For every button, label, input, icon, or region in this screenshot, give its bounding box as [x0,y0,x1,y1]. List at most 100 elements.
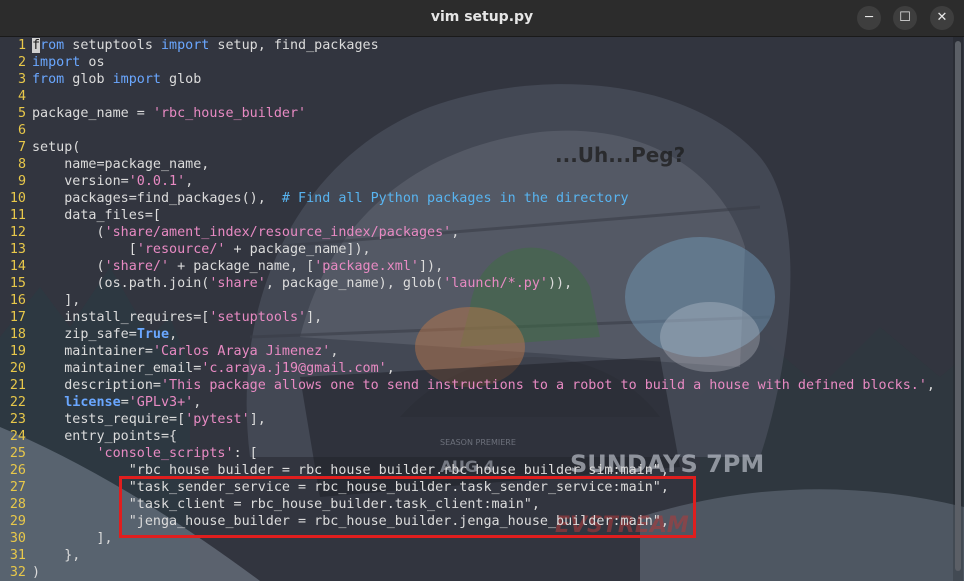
code-token: : [ [233,446,258,461]
code-token: setup( [32,140,81,155]
line-number: 11 [9,208,26,223]
code-token: 'pytest' [185,412,250,427]
line-number: 2 [17,55,26,70]
code-token: entry_points={ [32,429,178,444]
code-token: 'share/ament_index/resource_index/packag… [104,225,452,240]
line-number: 32 [9,565,26,580]
code-token: 'This package allows one to send instruc… [161,378,927,393]
code-text: setup( [32,139,80,156]
code-token: setup, find_packages [209,38,379,53]
line-number: 5 [17,106,26,121]
code-token: packages=find_packages(), [32,191,282,206]
line-number: 29 [9,514,26,529]
code-token: import [161,38,210,53]
line-number: 27 [9,480,26,495]
code-text: ('share/' + package_name, ['package.xml'… [32,258,443,275]
code-token: zip_safe= [32,327,137,342]
code-token: package_name = [32,106,153,121]
code-token: (os.path.join( [32,276,210,291]
code-token: ], [306,310,323,325]
code-token: rom [40,38,65,53]
line-number: 31 [9,548,26,563]
code-text: ('share/ament_index/resource_index/packa… [32,224,459,241]
code-text: 'console_scripts': [ [32,445,258,462]
code-token: setuptools [64,38,161,53]
code-token: 'Carlos Araya Jimenez' [152,344,331,359]
code-text: from glob import glob [32,71,201,88]
code-token: import [32,55,81,70]
minimize-button[interactable]: ─ [857,6,881,30]
code-token: , [185,174,194,189]
code-text: version='0.0.1', [32,173,193,190]
code-token: + package_name, [ [169,259,315,274]
terminal-content[interactable]: ...Uh...Peg? AUG 4 SUNDAYS 7PM EVSTREAM … [0,37,964,581]
line-number: 10 [9,191,26,206]
code-token: ( [32,259,105,274]
bg-headline: ...Uh...Peg? [555,143,685,167]
code-token: [ [32,242,137,257]
line-number: 28 [9,497,26,512]
code-token: install_requires=[ [32,310,210,325]
code-token: version= [32,174,129,189]
text-cursor: f [32,38,41,53]
code-token: maintainer_email= [32,361,202,376]
code-token: # Find all Python packages in the direct… [281,191,629,206]
code-text: zip_safe=True, [32,326,177,343]
close-button[interactable]: ✕ [930,6,954,30]
code-token: glob [161,72,202,87]
code-token: }, [32,548,81,563]
code-token: )), [548,276,573,291]
terminal-window: vim setup.py ─ ☐ ✕ ...Uh...Peg? AUG 4 SU… [0,0,964,581]
bg-season-label: SEASON PREMIERE [440,438,516,447]
code-token: ], [32,531,113,546]
code-token: , package_name), glob( [265,276,444,291]
code-token: data_files=[ [32,208,161,223]
code-text: ], [32,530,113,547]
code-token: tests_require=[ [32,412,186,427]
code-text: package_name = 'rbc_house_builder' [32,105,306,122]
code-token: , [330,344,339,359]
line-number: 6 [17,123,26,138]
code-token: import [112,72,161,87]
window-titlebar[interactable]: vim setup.py ─ ☐ ✕ [0,0,964,37]
code-token: = [120,395,129,410]
window-title: vim setup.py [430,9,534,25]
code-token: ]), [419,259,444,274]
code-token: os [80,55,105,70]
code-token: 'launch/*.py' [443,276,548,291]
code-token: glob [64,72,113,87]
maximize-button[interactable]: ☐ [893,6,917,30]
line-number: 26 [9,463,26,478]
code-token: 'setuptools' [209,310,307,325]
code-token: 'share' [209,276,266,291]
code-text: ) [32,564,40,581]
line-number: 4 [17,89,26,104]
line-number: 16 [9,293,26,308]
code-text: (os.path.join('share', package_name), gl… [32,275,572,292]
scrollbar-thumb[interactable] [955,41,961,571]
code-token: 'resource/' [136,242,226,257]
code-text: ['resource/' + package_name]), [32,241,371,258]
code-text: }, [32,547,80,564]
code-token: , [193,395,202,410]
code-token: name=package_name, [32,157,210,172]
line-number: 24 [9,429,26,444]
code-text: packages=find_packages(), # Find all Pyt… [32,190,629,207]
line-number: 15 [9,276,26,291]
line-number: 8 [17,157,26,172]
code-text: maintainer='Carlos Araya Jimenez', [32,343,338,360]
code-text: install_requires=['setuptools'], [32,309,322,326]
line-number: 13 [9,242,26,257]
code-token: 'share/' [104,259,170,274]
line-number: 1 [17,38,26,53]
code-token: 'GPLv3+' [128,395,194,410]
code-token: 'console_scripts' [96,446,234,461]
code-token: , [169,327,178,342]
code-text: description='This package allows one to … [32,377,935,394]
code-token: , [926,378,935,393]
code-token: , [386,361,395,376]
code-token: True [136,327,170,342]
code-token: '0.0.1' [128,174,186,189]
